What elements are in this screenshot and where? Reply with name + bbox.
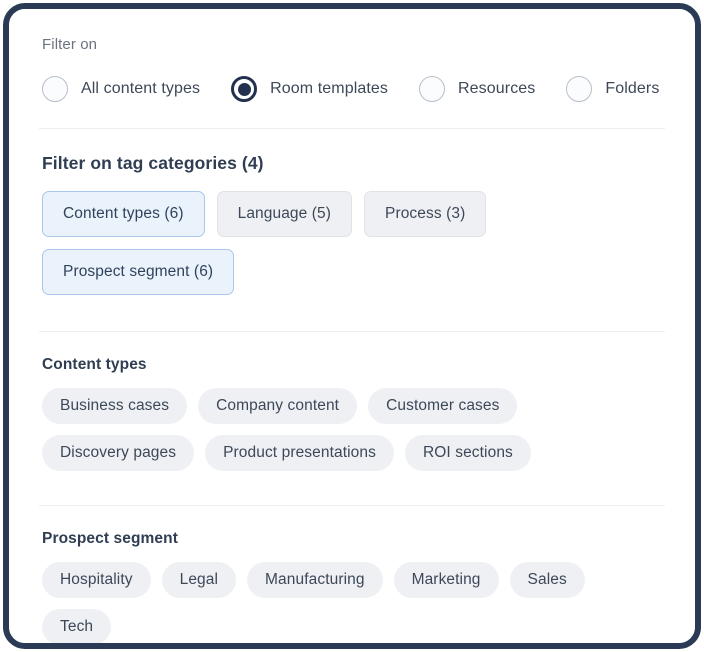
content-type-radio-group: All content types Room templates Resourc…	[39, 76, 665, 102]
tag-list-content-types: Business cases Company content Customer …	[39, 388, 665, 482]
section-title-prospect-segment: Prospect segment	[42, 530, 178, 547]
radio-option-room-templates[interactable]: Room templates	[231, 76, 388, 102]
filter-panel: Filter on All content types Room templat…	[9, 9, 695, 643]
filter-on-label: Filter on	[42, 36, 98, 53]
tag-discovery-pages[interactable]: Discovery pages	[42, 435, 195, 471]
tag-legal[interactable]: Legal	[161, 562, 237, 598]
radio-label-room-templates: Room templates	[270, 80, 389, 97]
tag-customer-cases[interactable]: Customer cases	[368, 388, 518, 424]
section-title-content-types: Content types	[42, 356, 147, 373]
tag-category-chip-list: Content types (6) Language (5) Process (…	[39, 191, 665, 307]
tag-business-cases[interactable]: Business cases	[42, 388, 188, 424]
tag-marketing[interactable]: Marketing	[393, 562, 499, 598]
tag-tech[interactable]: Tech	[42, 609, 112, 643]
tag-category-chip-language[interactable]: Language (5)	[216, 191, 353, 237]
radio-option-all-content-types[interactable]: All content types	[42, 76, 200, 102]
tag-product-presentations[interactable]: Product presentations	[205, 435, 394, 471]
radio-label-all-content-types: All content types	[81, 80, 201, 97]
tag-manufacturing[interactable]: Manufacturing	[247, 562, 383, 598]
tag-roi-sections[interactable]: ROI sections	[404, 435, 531, 471]
radio-circle-icon[interactable]	[566, 76, 593, 102]
radio-option-resources[interactable]: Resources	[419, 76, 535, 102]
radio-label-folders: Folders	[605, 80, 660, 97]
divider	[39, 331, 665, 332]
tag-category-chip-content-types[interactable]: Content types (6)	[42, 191, 205, 237]
divider	[39, 505, 665, 506]
divider	[39, 128, 665, 129]
tag-category-chip-process[interactable]: Process (3)	[364, 191, 487, 237]
radio-circle-selected-icon[interactable]	[231, 76, 258, 102]
tag-hospitality[interactable]: Hospitality	[42, 562, 151, 598]
radio-option-folders[interactable]: Folders	[566, 76, 659, 102]
tag-category-chip-prospect-segment[interactable]: Prospect segment (6)	[42, 249, 235, 295]
radio-label-resources: Resources	[458, 80, 536, 97]
panel-frame: Filter on All content types Room templat…	[3, 3, 701, 649]
tag-company-content[interactable]: Company content	[198, 388, 358, 424]
tag-categories-heading: Filter on tag categories (4)	[42, 153, 264, 173]
tag-list-prospect-segment: Hospitality Legal Manufacturing Marketin…	[39, 562, 665, 643]
radio-circle-icon[interactable]	[42, 76, 68, 102]
radio-circle-icon[interactable]	[419, 76, 446, 102]
tag-sales[interactable]: Sales	[509, 562, 585, 598]
